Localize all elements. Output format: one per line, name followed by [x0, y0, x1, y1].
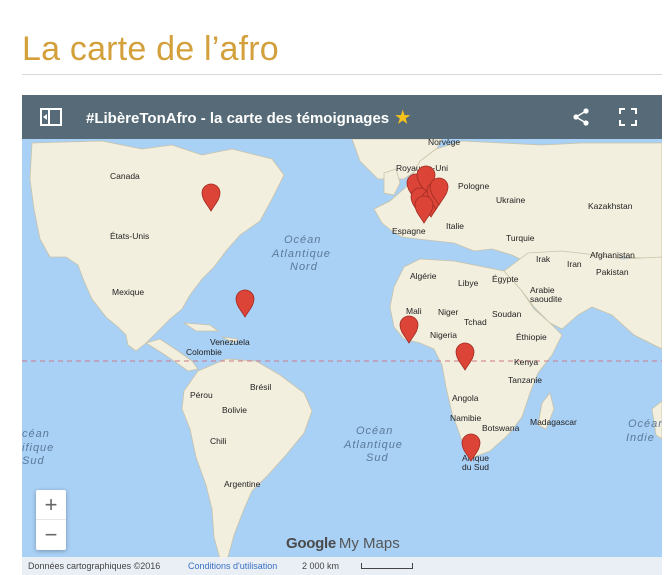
ocean-atl-n-1: Océan	[284, 234, 321, 246]
label-mali: Mali	[406, 306, 422, 316]
label-norway: Norvège	[428, 139, 460, 147]
label-iran: Iran	[567, 259, 582, 269]
label-kenya: Kenya	[514, 357, 538, 367]
title-divider	[22, 74, 662, 75]
label-iraq: Irak	[536, 254, 551, 264]
google-wordmark: Google	[286, 535, 336, 552]
label-argentina: Argentine	[224, 479, 261, 489]
label-mexico: Mexique	[112, 287, 144, 297]
map-header: #LibèreTonAfro - la carte des témoignage…	[22, 95, 662, 139]
terms-link[interactable]: Conditions d'utilisation	[188, 561, 277, 571]
ocean-atl-n-2: Atlantique	[271, 248, 331, 260]
label-niger: Niger	[438, 307, 458, 317]
label-algeria: Algérie	[410, 271, 437, 281]
label-kazakhstan: Kazakhstan	[588, 201, 633, 211]
label-botswana: Botswana	[482, 423, 520, 433]
zoom-control: + −	[36, 490, 66, 550]
label-chile: Chili	[210, 436, 227, 446]
map-embed[interactable]: #LibèreTonAfro - la carte des témoignage…	[22, 95, 662, 575]
map-data-credit: Données cartographiques ©2016	[28, 561, 161, 571]
label-libya: Libye	[458, 278, 479, 288]
ocean-atl-n-3: Nord	[290, 261, 318, 273]
label-spain: Espagne	[392, 226, 426, 236]
label-bolivia: Bolivie	[222, 405, 247, 415]
label-italy: Italie	[446, 221, 464, 231]
zoom-out-button[interactable]: −	[36, 520, 66, 549]
label-peru: Pérou	[190, 390, 213, 400]
ocean-pac-s-1: céan	[22, 428, 50, 440]
page-title: La carte de l’afro	[22, 30, 279, 68]
label-brazil: Brésil	[250, 382, 271, 392]
label-usa: États-Unis	[110, 231, 149, 241]
fullscreen-icon[interactable]	[618, 107, 638, 127]
label-canada: Canada	[110, 171, 140, 181]
scale-label: 2 000 km	[302, 561, 340, 571]
label-south-africa-2: du Sud	[462, 462, 489, 472]
label-nigeria: Nigeria	[430, 330, 457, 340]
label-venezuela: Venezuela	[210, 337, 250, 347]
label-saudi-2: saoudite	[530, 294, 562, 304]
label-madagascar: Madagascar	[530, 417, 577, 427]
ocean-ind-2: Indie	[626, 432, 655, 444]
label-tanzania: Tanzanie	[508, 375, 542, 385]
label-colombia: Colombie	[186, 347, 222, 357]
label-ethiopia: Éthiopie	[516, 332, 547, 342]
share-icon[interactable]	[571, 107, 591, 127]
label-egypt: Égypte	[492, 274, 519, 284]
map-canvas[interactable]: Canada États-Unis Mexique Venezuela Colo…	[22, 139, 662, 575]
label-sudan: Soudan	[492, 309, 522, 319]
ocean-atl-s-3: Sud	[366, 452, 389, 464]
label-ukraine: Ukraine	[496, 195, 526, 205]
star-icon[interactable]: ★	[395, 108, 410, 127]
ocean-pac-s-2: ifique	[22, 442, 54, 454]
map-title-text: #LibèreTonAfro - la carte des témoignage…	[86, 110, 390, 127]
mymaps-wordmark: My Maps	[338, 535, 400, 552]
label-namibia: Namibie	[450, 413, 481, 423]
ocean-pac-s-3: Sud	[22, 455, 45, 467]
label-chad: Tchad	[464, 317, 487, 327]
google-mymaps-logo: Google My Maps	[286, 535, 400, 552]
label-turkey: Turquie	[506, 233, 535, 243]
legend-icon[interactable]	[40, 107, 64, 127]
map-title: #LibèreTonAfro - la carte des témoignage…	[86, 108, 410, 128]
ocean-ind-1: Océan	[628, 418, 662, 430]
label-pakistan: Pakistan	[596, 267, 629, 277]
label-afghanistan: Afghanistan	[590, 250, 635, 260]
scale-bar	[361, 563, 413, 569]
ocean-atl-s-1: Océan	[356, 425, 393, 437]
label-angola: Angola	[452, 393, 479, 403]
ocean-atl-s-2: Atlantique	[343, 439, 403, 451]
map-footer: Données cartographiques ©2016 Conditions…	[22, 557, 662, 575]
label-poland: Pologne	[458, 181, 489, 191]
zoom-in-button[interactable]: +	[36, 490, 66, 520]
